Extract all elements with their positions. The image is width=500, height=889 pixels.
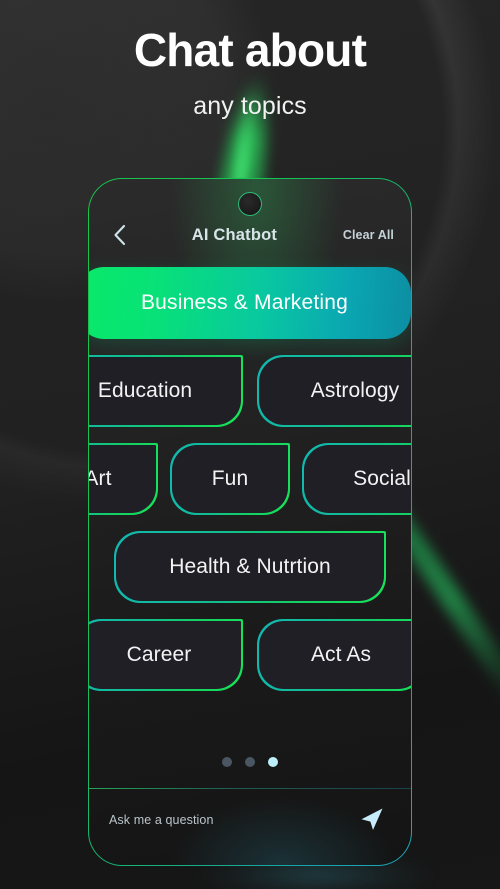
topic-chip-astrology[interactable]: Astrology: [257, 355, 411, 427]
hero-heading-block: Chat about any topics: [0, 24, 500, 121]
topic-chip-label: Social: [353, 467, 411, 490]
topic-row-4: Career Act As: [89, 619, 411, 691]
topic-chip-fun[interactable]: Fun: [170, 443, 290, 515]
camera-notch-icon: [238, 192, 262, 216]
topic-chip-business-marketing[interactable]: Business & Marketing: [89, 267, 411, 339]
pagination-dot-1[interactable]: [222, 757, 232, 767]
message-input[interactable]: Ask me a question: [109, 813, 351, 827]
topic-row-1: Education Astrology: [89, 355, 411, 427]
chevron-left-icon: [111, 223, 128, 247]
topic-chip-face: Career: [89, 620, 242, 690]
topic-chip-label: Business & Marketing: [140, 291, 349, 314]
topic-chip-health-nutrition[interactable]: Health & Nutrtion: [114, 531, 386, 603]
screenshot-root: Chat about any topics AI Chatbot Clear A…: [0, 0, 500, 889]
topic-chip-label: Fun: [211, 467, 249, 490]
topic-chip-label: Health & Nutrtion: [169, 555, 331, 578]
topic-row-active: Business & Marketing: [89, 267, 411, 339]
phone-frame: AI Chatbot Clear All Business & Marketin…: [88, 178, 412, 866]
pagination-dots: [89, 757, 411, 767]
message-composer: Ask me a question: [89, 789, 411, 865]
app-header: AI Chatbot Clear All: [89, 217, 411, 253]
topic-chip-label: Education: [97, 379, 193, 402]
topic-chip-face: Social: [303, 444, 411, 514]
topic-chip-face: Astrology: [258, 356, 411, 426]
hero-title: Chat about: [133, 24, 367, 76]
topic-chip-face: Act As: [258, 620, 411, 690]
topic-chip-label: Art: [89, 467, 112, 490]
topic-chip-face: Education: [89, 356, 242, 426]
send-paper-plane-icon: [354, 803, 388, 837]
topic-chip-label: Astrology: [310, 379, 400, 402]
pagination-dot-3-active[interactable]: [268, 757, 278, 767]
hero-subtitle: any topics: [193, 91, 307, 120]
clear-all-button[interactable]: Clear All: [343, 228, 394, 242]
topic-chip-label: Act As: [310, 643, 372, 666]
topic-chip-career[interactable]: Career: [89, 619, 243, 691]
send-button[interactable]: [351, 800, 391, 840]
app-title: AI Chatbot: [191, 225, 278, 244]
topic-chip-list: Business & Marketing Education Astrology: [89, 267, 411, 707]
topic-chip-face: Fun: [171, 444, 289, 514]
topic-row-3: Health & Nutrtion: [89, 531, 411, 603]
topic-chip-art[interactable]: Art: [89, 443, 158, 515]
topic-chip-face: Art: [89, 444, 157, 514]
topic-chip-act-as[interactable]: Act As: [257, 619, 411, 691]
topic-chip-face: Health & Nutrtion: [115, 532, 385, 602]
topic-chip-education[interactable]: Education: [89, 355, 243, 427]
topic-chip-label: Career: [126, 643, 192, 666]
topic-chip-social[interactable]: Social: [302, 443, 411, 515]
topic-row-2: Art Fun Social: [89, 443, 411, 515]
phone-screen: AI Chatbot Clear All Business & Marketin…: [89, 179, 411, 865]
pagination-dot-2[interactable]: [245, 757, 255, 767]
